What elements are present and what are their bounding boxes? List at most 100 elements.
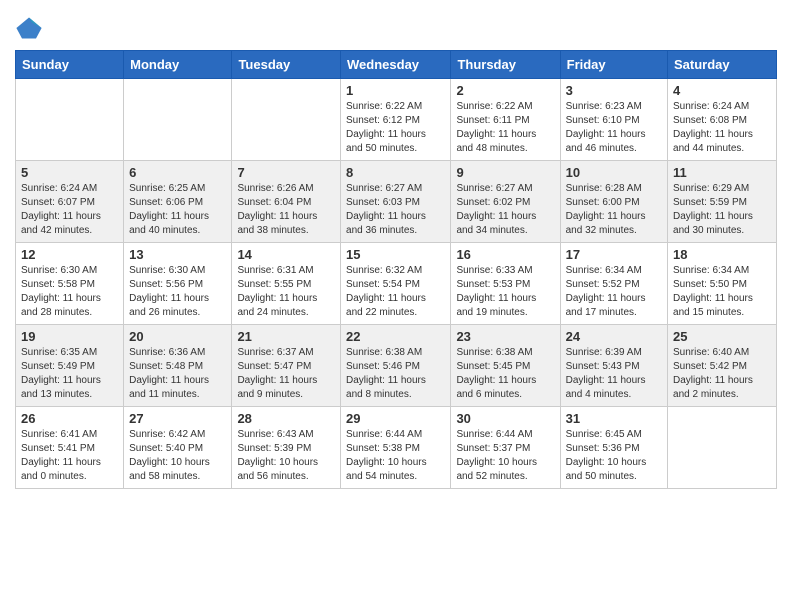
- page: SundayMondayTuesdayWednesdayThursdayFrid…: [0, 0, 792, 504]
- day-info: Sunrise: 6:38 AM Sunset: 5:45 PM Dayligh…: [456, 346, 554, 402]
- day-number: 10: [566, 165, 662, 180]
- day-number: 12: [21, 247, 118, 262]
- day-number: 28: [237, 411, 335, 426]
- day-number: 3: [566, 83, 662, 98]
- calendar-cell: 10 Sunrise: 6:28 AM Sunset: 6:00 PM Dayli…: [560, 161, 667, 243]
- day-number: 13: [129, 247, 226, 262]
- day-info: Sunrise: 6:23 AM Sunset: 6:10 PM Dayligh…: [566, 100, 662, 156]
- day-number: 22: [346, 329, 445, 344]
- calendar-table: SundayMondayTuesdayWednesdayThursdayFrid…: [15, 50, 777, 489]
- calendar-cell: 6 Sunrise: 6:25 AM Sunset: 6:06 PM Daylig…: [124, 161, 232, 243]
- day-number: 20: [129, 329, 226, 344]
- calendar-week-2: 5Sunrise: 6:24 AM Sunset: 6:07 PM Daylig…: [16, 161, 777, 243]
- calendar-cell: 9 Sunrise: 6:27 AM Sunset: 6:02 PM Daylig…: [451, 161, 560, 243]
- weekday-header-sunday: Sunday: [16, 51, 124, 79]
- day-info: Sunrise: 6:45 AM Sunset: 5:36 PM Dayligh…: [566, 428, 662, 484]
- calendar-cell: 18 Sunrise: 6:34 AM Sunset: 5:50 PM Dayli…: [668, 243, 777, 325]
- day-info: Sunrise: 6:37 AM Sunset: 5:47 PM Dayligh…: [237, 346, 335, 402]
- day-info: Sunrise: 6:41 AM Sunset: 5:41 PM Dayligh…: [21, 428, 118, 484]
- calendar-cell: 27 Sunrise: 6:42 AM Sunset: 5:40 PM Dayli…: [124, 407, 232, 489]
- day-number: 9: [456, 165, 554, 180]
- day-number: 6: [129, 165, 226, 180]
- calendar-cell: 7 Sunrise: 6:26 AM Sunset: 6:04 PM Daylig…: [232, 161, 341, 243]
- weekday-header-tuesday: Tuesday: [232, 51, 341, 79]
- day-info: Sunrise: 6:22 AM Sunset: 6:11 PM Dayligh…: [456, 100, 554, 156]
- day-info: Sunrise: 6:34 AM Sunset: 5:50 PM Dayligh…: [673, 264, 771, 320]
- weekday-header-monday: Monday: [124, 51, 232, 79]
- day-info: Sunrise: 6:24 AM Sunset: 6:08 PM Dayligh…: [673, 100, 771, 156]
- day-info: Sunrise: 6:33 AM Sunset: 5:53 PM Dayligh…: [456, 264, 554, 320]
- day-number: 17: [566, 247, 662, 262]
- weekday-header-row: SundayMondayTuesdayWednesdayThursdayFrid…: [16, 51, 777, 79]
- calendar-cell: 25 Sunrise: 6:40 AM Sunset: 5:42 PM Dayli…: [668, 325, 777, 407]
- logo-icon: [15, 14, 43, 42]
- calendar-cell: 14Sunrise: 6:31 AM Sunset: 5:55 PM Dayli…: [232, 243, 341, 325]
- calendar-cell: 23 Sunrise: 6:38 AM Sunset: 5:45 PM Dayli…: [451, 325, 560, 407]
- day-number: 19: [21, 329, 118, 344]
- day-number: 21: [237, 329, 335, 344]
- day-info: Sunrise: 6:31 AM Sunset: 5:55 PM Dayligh…: [237, 264, 335, 320]
- day-number: 1: [346, 83, 445, 98]
- day-number: 18: [673, 247, 771, 262]
- day-info: Sunrise: 6:34 AM Sunset: 5:52 PM Dayligh…: [566, 264, 662, 320]
- weekday-header-wednesday: Wednesday: [341, 51, 451, 79]
- day-info: Sunrise: 6:29 AM Sunset: 5:59 PM Dayligh…: [673, 182, 771, 238]
- day-info: Sunrise: 6:28 AM Sunset: 6:00 PM Dayligh…: [566, 182, 662, 238]
- day-number: 27: [129, 411, 226, 426]
- day-number: 23: [456, 329, 554, 344]
- header: [15, 10, 777, 42]
- calendar-cell: 17 Sunrise: 6:34 AM Sunset: 5:52 PM Dayli…: [560, 243, 667, 325]
- day-info: Sunrise: 6:30 AM Sunset: 5:56 PM Dayligh…: [129, 264, 226, 320]
- calendar-cell: 26 Sunrise: 6:41 AM Sunset: 5:41 PM Dayli…: [16, 407, 124, 489]
- calendar-cell: 1 Sunrise: 6:22 AM Sunset: 6:12 PM Daylig…: [341, 79, 451, 161]
- calendar-cell: 11Sunrise: 6:29 AM Sunset: 5:59 PM Dayli…: [668, 161, 777, 243]
- day-info: Sunrise: 6:39 AM Sunset: 5:43 PM Dayligh…: [566, 346, 662, 402]
- day-number: 8: [346, 165, 445, 180]
- day-number: 7: [237, 165, 335, 180]
- calendar-cell: 8 Sunrise: 6:27 AM Sunset: 6:03 PM Daylig…: [341, 161, 451, 243]
- day-info: Sunrise: 6:42 AM Sunset: 5:40 PM Dayligh…: [129, 428, 226, 484]
- calendar-cell: 22 Sunrise: 6:38 AM Sunset: 5:46 PM Dayli…: [341, 325, 451, 407]
- day-info: Sunrise: 6:32 AM Sunset: 5:54 PM Dayligh…: [346, 264, 445, 320]
- day-number: 4: [673, 83, 771, 98]
- day-info: Sunrise: 6:27 AM Sunset: 6:03 PM Dayligh…: [346, 182, 445, 238]
- day-info: Sunrise: 6:30 AM Sunset: 5:58 PM Dayligh…: [21, 264, 118, 320]
- calendar-cell: [16, 79, 124, 161]
- day-info: Sunrise: 6:22 AM Sunset: 6:12 PM Dayligh…: [346, 100, 445, 156]
- day-info: Sunrise: 6:26 AM Sunset: 6:04 PM Dayligh…: [237, 182, 335, 238]
- calendar-cell: 21 Sunrise: 6:37 AM Sunset: 5:47 PM Dayli…: [232, 325, 341, 407]
- calendar-cell: 29 Sunrise: 6:44 AM Sunset: 5:38 PM Dayli…: [341, 407, 451, 489]
- day-info: Sunrise: 6:40 AM Sunset: 5:42 PM Dayligh…: [673, 346, 771, 402]
- calendar-cell: 24Sunrise: 6:39 AM Sunset: 5:43 PM Dayli…: [560, 325, 667, 407]
- day-number: 30: [456, 411, 554, 426]
- logo: [15, 14, 45, 42]
- day-number: 16: [456, 247, 554, 262]
- day-info: Sunrise: 6:25 AM Sunset: 6:06 PM Dayligh…: [129, 182, 226, 238]
- day-number: 31: [566, 411, 662, 426]
- day-info: Sunrise: 6:44 AM Sunset: 5:38 PM Dayligh…: [346, 428, 445, 484]
- day-info: Sunrise: 6:24 AM Sunset: 6:07 PM Dayligh…: [21, 182, 118, 238]
- calendar-cell: [124, 79, 232, 161]
- day-number: 2: [456, 83, 554, 98]
- calendar-week-1: 1 Sunrise: 6:22 AM Sunset: 6:12 PM Daylig…: [16, 79, 777, 161]
- weekday-header-saturday: Saturday: [668, 51, 777, 79]
- calendar-cell: 28Sunrise: 6:43 AM Sunset: 5:39 PM Dayli…: [232, 407, 341, 489]
- calendar-week-3: 12 Sunrise: 6:30 AM Sunset: 5:58 PM Dayli…: [16, 243, 777, 325]
- day-number: 15: [346, 247, 445, 262]
- day-info: Sunrise: 6:44 AM Sunset: 5:37 PM Dayligh…: [456, 428, 554, 484]
- day-info: Sunrise: 6:38 AM Sunset: 5:46 PM Dayligh…: [346, 346, 445, 402]
- calendar-cell: 30 Sunrise: 6:44 AM Sunset: 5:37 PM Dayli…: [451, 407, 560, 489]
- calendar-week-5: 26 Sunrise: 6:41 AM Sunset: 5:41 PM Dayli…: [16, 407, 777, 489]
- calendar-cell: 4 Sunrise: 6:24 AM Sunset: 6:08 PM Daylig…: [668, 79, 777, 161]
- calendar-cell: 5Sunrise: 6:24 AM Sunset: 6:07 PM Daylig…: [16, 161, 124, 243]
- day-number: 25: [673, 329, 771, 344]
- day-number: 29: [346, 411, 445, 426]
- calendar-cell: 12 Sunrise: 6:30 AM Sunset: 5:58 PM Dayli…: [16, 243, 124, 325]
- weekday-header-friday: Friday: [560, 51, 667, 79]
- day-info: Sunrise: 6:27 AM Sunset: 6:02 PM Dayligh…: [456, 182, 554, 238]
- calendar-cell: 13 Sunrise: 6:30 AM Sunset: 5:56 PM Dayli…: [124, 243, 232, 325]
- calendar-cell: 16 Sunrise: 6:33 AM Sunset: 5:53 PM Dayli…: [451, 243, 560, 325]
- calendar-cell: 2 Sunrise: 6:22 AM Sunset: 6:11 PM Daylig…: [451, 79, 560, 161]
- day-number: 26: [21, 411, 118, 426]
- day-info: Sunrise: 6:35 AM Sunset: 5:49 PM Dayligh…: [21, 346, 118, 402]
